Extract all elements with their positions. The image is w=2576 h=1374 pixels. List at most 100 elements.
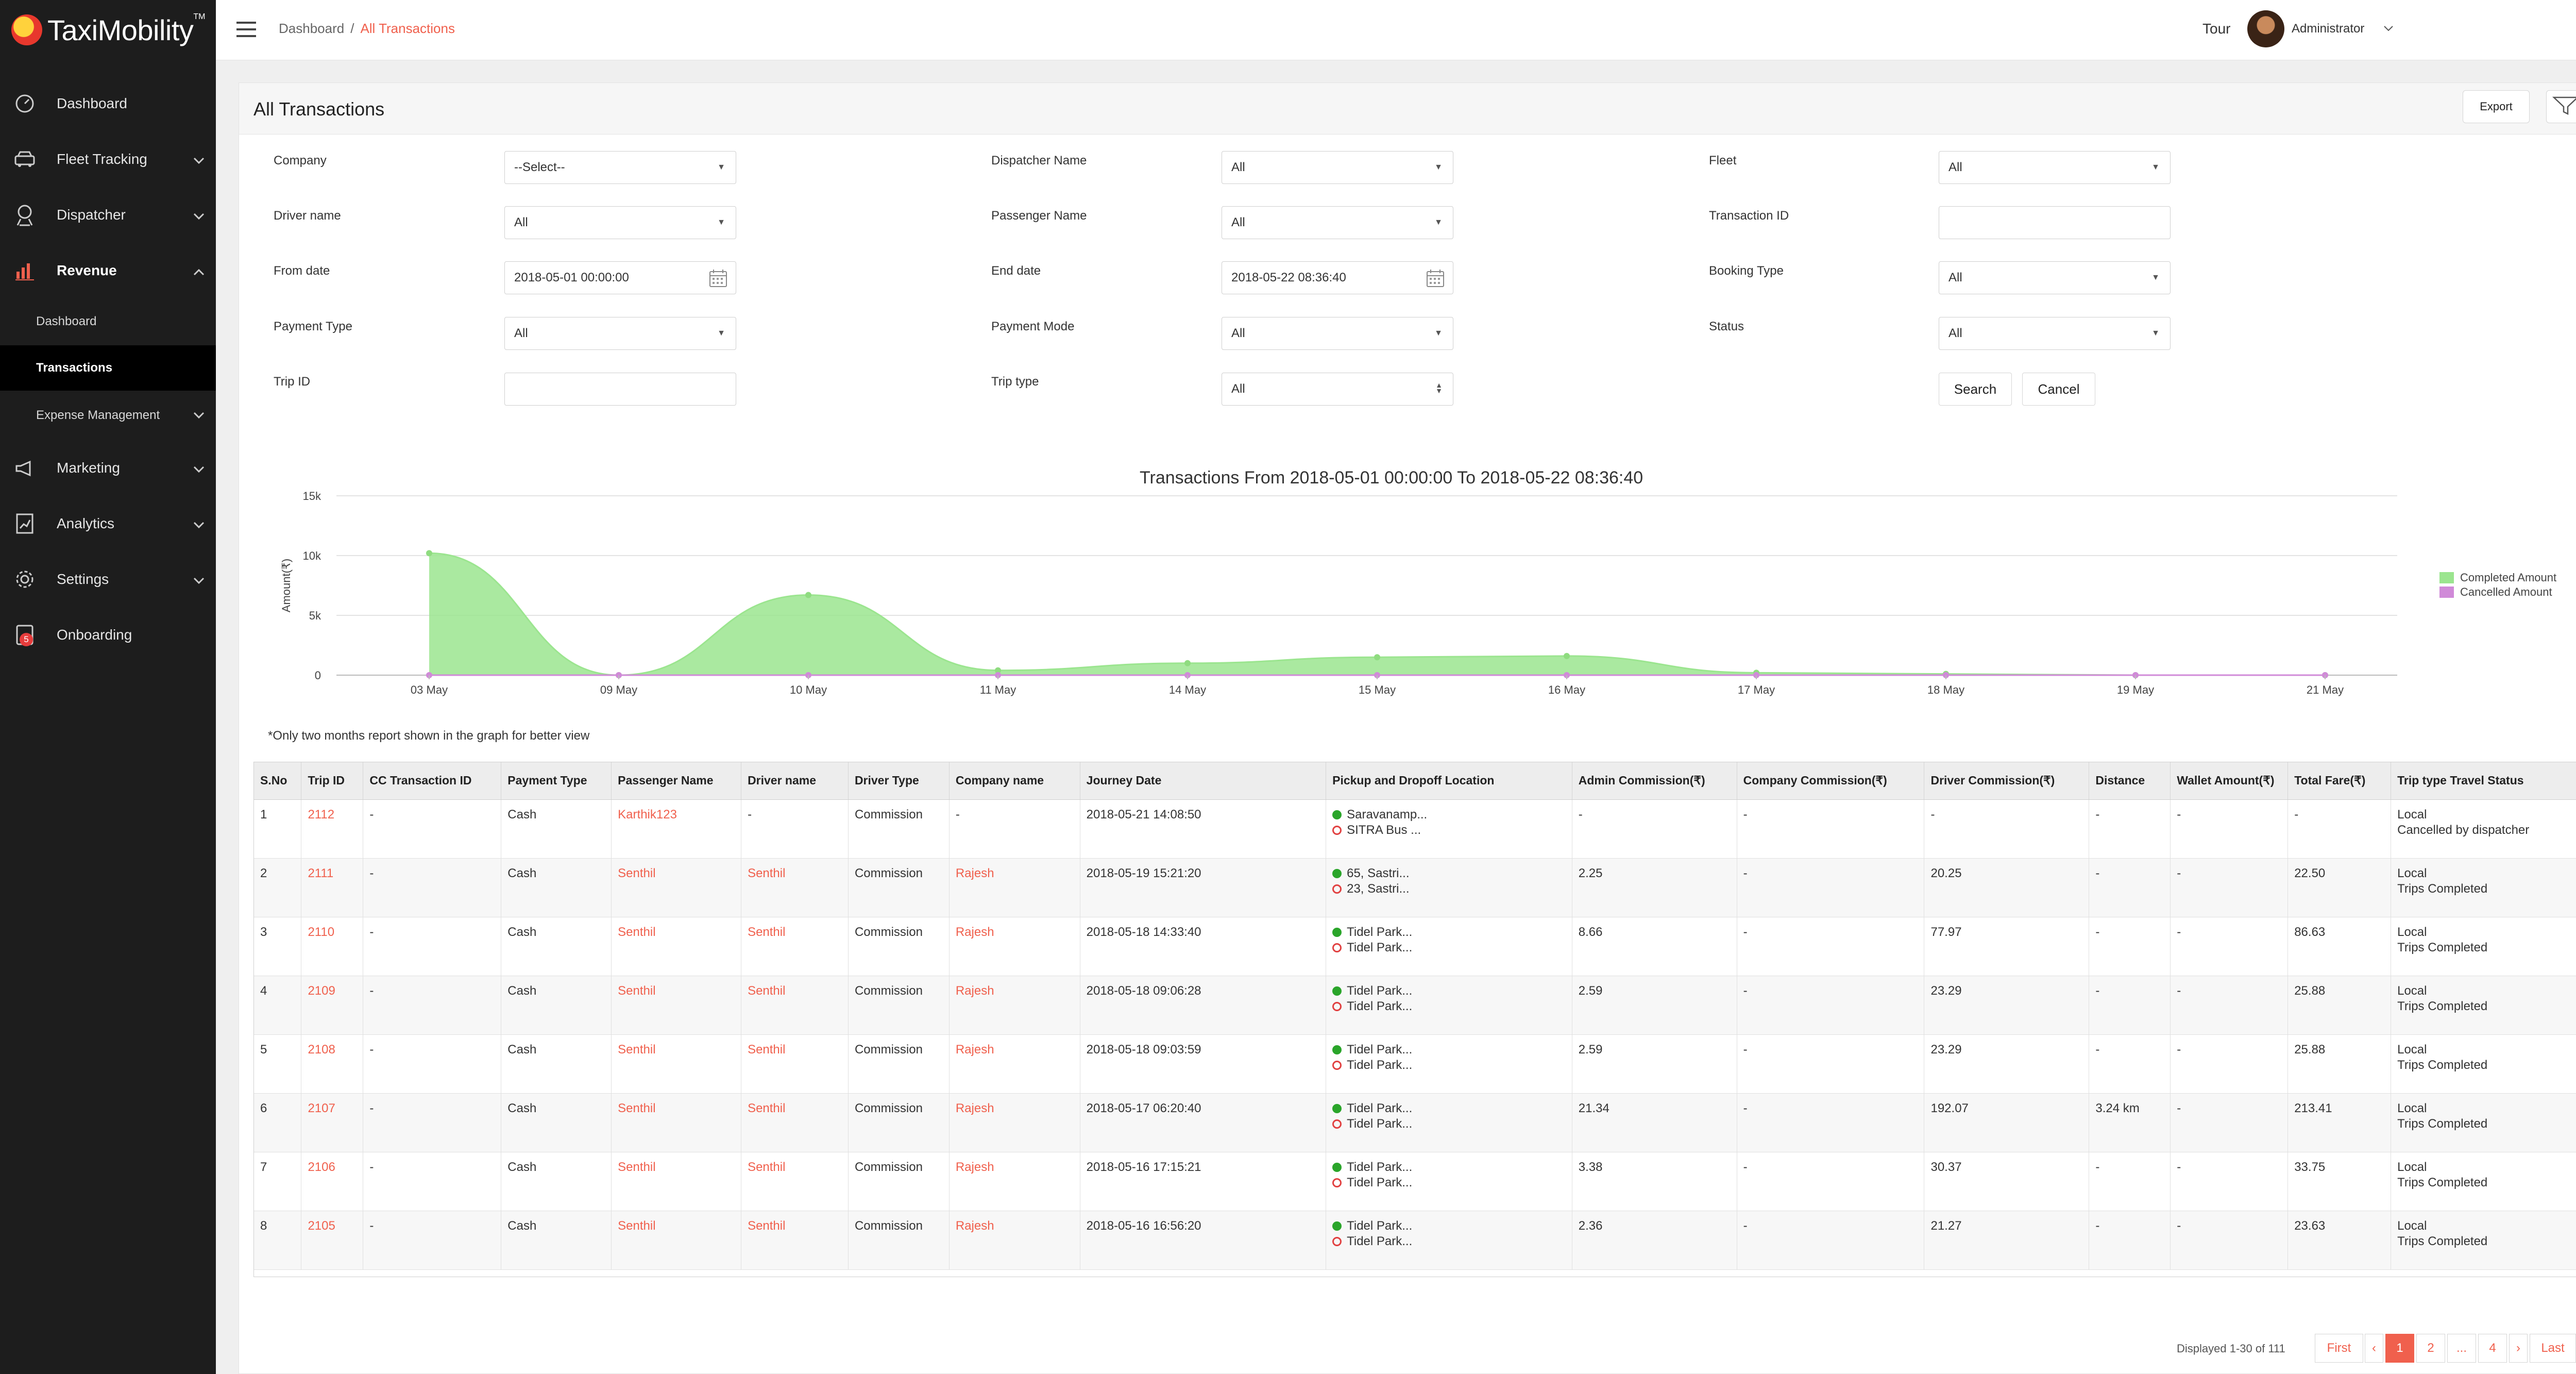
sidebar-item-marketing[interactable]: Marketing	[0, 445, 216, 491]
trip-id-input[interactable]	[504, 373, 736, 406]
pagination-last[interactable]: Last	[2530, 1334, 2576, 1363]
tour-link[interactable]: Tour	[2202, 21, 2230, 37]
cell-trip[interactable]: 2111	[301, 858, 364, 917]
pagination-first[interactable]: First	[2315, 1334, 2363, 1363]
cell-company[interactable]: Rajesh	[949, 917, 1080, 976]
column-header[interactable]: Company name	[949, 762, 1080, 800]
cell-driver[interactable]: Senthil	[741, 976, 849, 1035]
column-header[interactable]: Passenger Name	[611, 762, 742, 800]
sidebar-item-analytics[interactable]: Analytics	[0, 500, 216, 547]
company-select[interactable]: --Select-- ▼	[504, 151, 736, 184]
column-header[interactable]: Driver Type	[848, 762, 950, 800]
sidebar-item-onboarding[interactable]: 5 Onboarding	[0, 612, 216, 658]
sidebar-item-settings[interactable]: Settings	[0, 556, 216, 602]
search-button[interactable]: Search	[1939, 373, 2012, 406]
transaction-id-input[interactable]	[1939, 206, 2171, 239]
column-header[interactable]: Distance	[2089, 762, 2171, 800]
from-date-input[interactable]: 2018-05-01 00:00:00	[504, 261, 736, 294]
cell-trip[interactable]: 2108	[301, 1034, 364, 1094]
table-row[interactable]: 5 2108- Cash Senthil Senthil Commission Rajesh…	[254, 1034, 2576, 1094]
fleet-select[interactable]: All ▼	[1939, 151, 2171, 184]
column-header[interactable]: Admin Commission(₹)	[1572, 762, 1737, 800]
breadcrumb-dashboard[interactable]: Dashboard	[279, 21, 344, 37]
cell-company[interactable]: Rajesh	[949, 1093, 1080, 1152]
cell-driver[interactable]: Senthil	[741, 1211, 849, 1270]
cell-company[interactable]: Rajesh	[949, 1034, 1080, 1094]
sidebar-item-fleet-tracking[interactable]: Fleet Tracking	[0, 136, 216, 182]
booking-type-select[interactable]: All ▼	[1939, 261, 2171, 294]
cell-trip[interactable]: 2110	[301, 917, 364, 976]
chevron-down-icon[interactable]	[2383, 25, 2394, 34]
pagination-page-2[interactable]: 2	[2416, 1334, 2445, 1363]
column-header[interactable]: Driver Commission(₹)	[1924, 762, 2090, 800]
table-row[interactable]: 4 2109- Cash Senthil Senthil Commission Rajesh…	[254, 976, 2576, 1035]
cell-passenger[interactable]: Senthil	[611, 917, 742, 976]
sidebar-item-dispatcher[interactable]: Dispatcher	[0, 192, 216, 238]
cell-driver[interactable]: Senthil	[741, 1034, 849, 1094]
driver-select[interactable]: All ▼	[504, 206, 736, 239]
cell-passenger[interactable]: Senthil	[611, 976, 742, 1035]
cell-passenger[interactable]: Senthil	[611, 1093, 742, 1152]
cell-trip[interactable]: 2105	[301, 1211, 364, 1270]
sidebar-subitem-expense-management[interactable]: Expense Management	[0, 393, 216, 438]
status-select[interactable]: All ▼	[1939, 317, 2171, 350]
cancel-button[interactable]: Cancel	[2022, 373, 2095, 406]
table-row[interactable]: 8 2105- Cash Senthil Senthil Commission Rajesh…	[254, 1211, 2576, 1270]
passenger-select[interactable]: All ▼	[1222, 206, 1453, 239]
cell-trip[interactable]: 2107	[301, 1093, 364, 1152]
column-header[interactable]: Pickup and Dropoff Location	[1326, 762, 1572, 800]
cell-company[interactable]: Rajesh	[949, 1152, 1080, 1211]
payment-type-select[interactable]: All ▼	[504, 317, 736, 350]
cell-passenger[interactable]: Karthik123	[611, 799, 742, 859]
cell-passenger[interactable]: Senthil	[611, 1034, 742, 1094]
cell-company[interactable]: Rajesh	[949, 1211, 1080, 1270]
pagination-page-1[interactable]: 1	[2385, 1334, 2414, 1363]
table-row[interactable]: 1 2112- Cash Karthik123- Commission -2018-05-…	[254, 799, 2576, 859]
calendar-icon[interactable]	[1425, 268, 1446, 292]
sidebar-subitem-transactions[interactable]: Transactions	[0, 345, 216, 391]
sidebar-subitem-dashboard[interactable]: Dashboard	[0, 299, 216, 344]
cell-driver[interactable]: Senthil	[741, 1152, 849, 1211]
column-header[interactable]: Trip ID	[301, 762, 364, 800]
pagination-next[interactable]: ›	[2509, 1334, 2528, 1363]
filter-button[interactable]	[2546, 90, 2576, 123]
sidebar-item-dashboard[interactable]: Dashboard	[0, 80, 216, 127]
table-row[interactable]: 3 2110- Cash Senthil Senthil Commission Rajesh…	[254, 917, 2576, 976]
pagination-page-4[interactable]: 4	[2478, 1334, 2507, 1363]
cell-company[interactable]: Rajesh	[949, 858, 1080, 917]
column-header[interactable]: Company Commission(₹)	[1737, 762, 1925, 800]
table-row[interactable]: 7 2106- Cash Senthil Senthil Commission Rajesh…	[254, 1152, 2576, 1211]
sidebar-item-revenue[interactable]: Revenue	[0, 247, 216, 294]
payment-mode-select[interactable]: All ▼	[1222, 317, 1453, 350]
column-header[interactable]: Payment Type	[501, 762, 612, 800]
dispatcher-select[interactable]: All ▼	[1222, 151, 1453, 184]
cell-driver[interactable]: Senthil	[741, 917, 849, 976]
calendar-icon[interactable]	[708, 268, 728, 292]
column-header[interactable]: Trip type Travel Status	[2391, 762, 2576, 800]
cell-driver[interactable]: Senthil	[741, 858, 849, 917]
cell-trip[interactable]: 2112	[301, 799, 364, 859]
cell-trip[interactable]: 2106	[301, 1152, 364, 1211]
export-button[interactable]: Export	[2463, 90, 2530, 123]
cell-driver[interactable]: Senthil	[741, 1093, 849, 1152]
end-date-input[interactable]: 2018-05-22 08:36:40	[1222, 261, 1453, 294]
table-row[interactable]: 2 2111- Cash Senthil Senthil Commission Rajesh…	[254, 858, 2576, 917]
cell-passenger[interactable]: Senthil	[611, 1211, 742, 1270]
logo[interactable]: TaxiMobility TM	[11, 9, 206, 51]
user-menu[interactable]: Administrator	[2292, 22, 2364, 36]
column-header[interactable]: S.No	[254, 762, 302, 800]
cell-company[interactable]: Rajesh	[949, 976, 1080, 1035]
column-header[interactable]: Journey Date	[1080, 762, 1327, 800]
column-header[interactable]: Total Fare(₹)	[2287, 762, 2392, 800]
column-header[interactable]: CC Transaction ID	[363, 762, 502, 800]
pagination-prev[interactable]: ‹	[2365, 1334, 2383, 1363]
cell-passenger[interactable]: Senthil	[611, 1152, 742, 1211]
cell-passenger[interactable]: Senthil	[611, 858, 742, 917]
column-header[interactable]: Wallet Amount(₹)	[2170, 762, 2289, 800]
trip-type-select[interactable]: All ▲ ▼	[1222, 373, 1453, 406]
column-header[interactable]: Driver name	[741, 762, 849, 800]
avatar[interactable]	[2247, 10, 2284, 47]
hamburger-menu-icon[interactable]	[236, 22, 256, 37]
cell-trip[interactable]: 2109	[301, 976, 364, 1035]
table-row[interactable]: 6 2107- Cash Senthil Senthil Commission Rajesh…	[254, 1093, 2576, 1152]
